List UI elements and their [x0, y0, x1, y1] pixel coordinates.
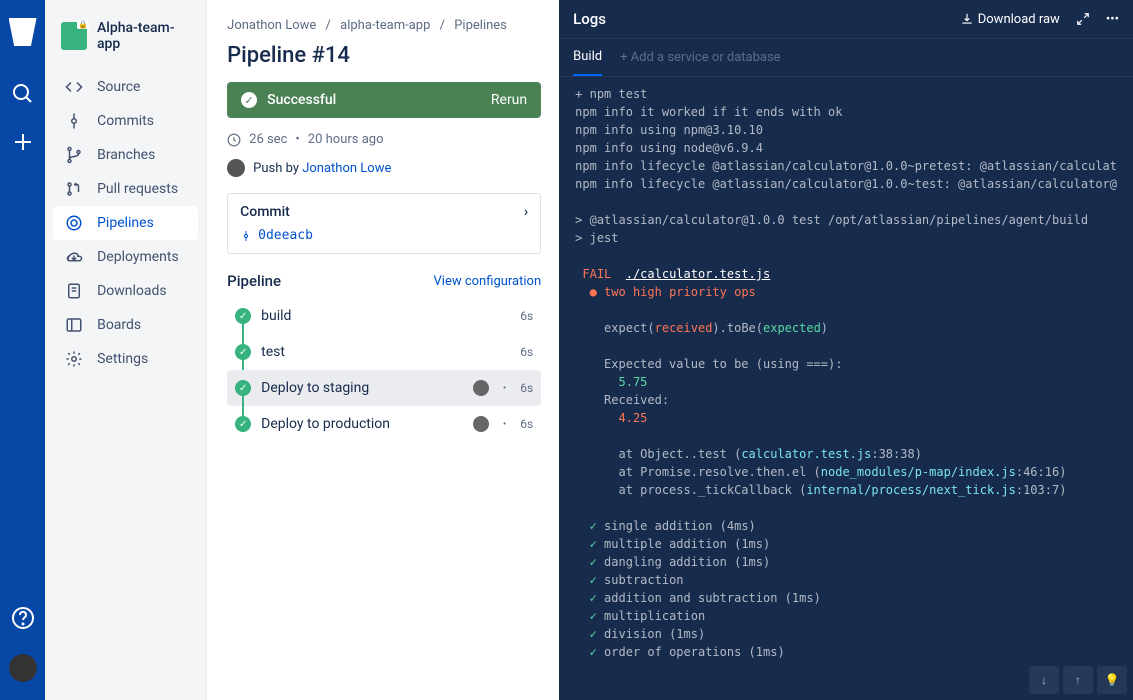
chevron-right-icon: › [524, 204, 528, 220]
step-time: 6s [520, 381, 533, 395]
commit-hash-link[interactable]: 0deeacb [258, 228, 313, 243]
pipeline-meta: 26 sec • 20 hours ago [227, 132, 541, 147]
commit-card-title: Commit [240, 204, 290, 220]
repo-avatar-icon [61, 22, 87, 50]
dl-icon [65, 282, 83, 300]
pipe-icon [65, 214, 83, 232]
step-success-icon: ✓ [235, 344, 251, 360]
sidebar-item-label: Source [97, 79, 140, 95]
duration-text: 26 sec [249, 132, 287, 147]
logs-header: Logs Download raw ••• [559, 0, 1133, 39]
step-avatar [473, 416, 489, 432]
add-service-button[interactable]: + Add a service or database [620, 50, 781, 65]
sidebar-item-downloads[interactable]: Downloads [53, 274, 198, 308]
logs-footer: ↓ ↑ 💡 [559, 660, 1133, 700]
pipeline-step[interactable]: ✓ build 6s [227, 298, 541, 334]
logs-panel: Logs Download raw ••• Build + Add a serv… [559, 0, 1133, 700]
step-avatar [473, 380, 489, 396]
more-icon[interactable]: ••• [1106, 12, 1119, 27]
commit-card[interactable]: Commit › 0deeacb [227, 193, 541, 254]
repo-sidebar: Alpha-team-app Source Commits Branches Pull… [45, 0, 207, 700]
author-link[interactable]: Jonathon Lowe [302, 161, 391, 176]
step-success-icon: ✓ [235, 380, 251, 396]
sidebar-item-settings[interactable]: Settings [53, 342, 198, 376]
pr-icon [65, 180, 83, 198]
bitbucket-logo-icon[interactable] [9, 18, 37, 46]
pipeline-step[interactable]: ✓Deploy to production•6s [227, 406, 541, 442]
repo-name: Alpha-team-app [97, 20, 190, 52]
status-bar: ✓ Successful Rerun [227, 82, 541, 118]
pipeline-step[interactable]: ✓ test 6s [227, 334, 541, 370]
author-avatar [227, 159, 245, 177]
sidebar-item-commits[interactable]: Commits [53, 104, 198, 138]
rerun-button[interactable]: Rerun [491, 92, 527, 108]
step-name: Deploy to production [261, 416, 459, 432]
plus-icon[interactable] [11, 130, 35, 154]
clock-icon [227, 133, 241, 147]
scroll-down-icon[interactable]: ↓ [1029, 666, 1059, 694]
step-time: 6s [520, 309, 533, 323]
lightbulb-icon[interactable]: 💡 [1097, 666, 1127, 694]
status-text: Successful [267, 92, 336, 108]
sidebar-item-deployments[interactable]: Deployments [53, 240, 198, 274]
global-nav-rail [0, 0, 45, 700]
search-icon[interactable] [11, 82, 35, 106]
tab-build[interactable]: Build [573, 39, 602, 76]
breadcrumb-owner[interactable]: Jonathon Lowe [227, 18, 316, 33]
sidebar-item-label: Downloads [97, 283, 167, 299]
push-info: Push by Jonathon Lowe [227, 159, 541, 177]
user-avatar[interactable] [9, 654, 37, 682]
commit-icon [240, 230, 252, 242]
gear-icon [65, 350, 83, 368]
logs-output[interactable]: + npm test npm info it worked if it ends… [559, 77, 1133, 660]
step-name: Deploy to staging [261, 380, 459, 396]
step-time: 6s [520, 345, 533, 359]
help-icon[interactable] [11, 606, 35, 630]
sidebar-item-boards[interactable]: Boards [53, 308, 198, 342]
sidebar-item-pipelines[interactable]: Pipelines [53, 206, 198, 240]
breadcrumb-repo[interactable]: alpha-team-app [340, 18, 430, 33]
expand-icon[interactable] [1076, 12, 1090, 26]
pipeline-detail-main: Jonathon Lowe / alpha-team-app / Pipelin… [207, 0, 559, 700]
branch-icon [65, 146, 83, 164]
repo-header[interactable]: Alpha-team-app [53, 16, 198, 70]
sidebar-item-label: Branches [97, 147, 155, 163]
sidebar-item-label: Boards [97, 317, 141, 333]
step-time: 6s [520, 417, 533, 431]
sidebar-item-label: Deployments [97, 249, 179, 265]
sidebar-item-source[interactable]: Source [53, 70, 198, 104]
sidebar-item-label: Settings [97, 351, 148, 367]
sidebar-item-pull-requests[interactable]: Pull requests [53, 172, 198, 206]
steps-title: Pipeline [227, 272, 281, 290]
sidebar-item-branches[interactable]: Branches [53, 138, 198, 172]
deploy-icon [65, 248, 83, 266]
breadcrumb-section[interactable]: Pipelines [454, 18, 507, 33]
steps-list: ✓build6s✓test6s✓Deploy to staging•6s✓Dep… [227, 298, 541, 442]
logs-title: Logs [573, 10, 944, 28]
step-success-icon: ✓ [235, 308, 251, 324]
pipeline-step[interactable]: ✓Deploy to staging•6s [227, 370, 541, 406]
board-icon [65, 316, 83, 334]
step-name: build [261, 308, 510, 324]
step-success-icon: ✓ [235, 416, 251, 432]
sidebar-item-label: Commits [97, 113, 154, 129]
code-icon [65, 78, 83, 96]
success-check-icon: ✓ [241, 92, 257, 108]
commit-icon [65, 112, 83, 130]
breadcrumb: Jonathon Lowe / alpha-team-app / Pipelin… [227, 18, 541, 33]
sidebar-item-label: Pull requests [97, 181, 178, 197]
logs-tabs: Build + Add a service or database [559, 39, 1133, 77]
sidebar-item-label: Pipelines [97, 215, 154, 231]
view-config-link[interactable]: View configuration [434, 274, 542, 289]
page-title: Pipeline #14 [227, 43, 541, 68]
scroll-up-icon[interactable]: ↑ [1063, 666, 1093, 694]
step-name: test [261, 344, 510, 360]
download-raw-button[interactable]: Download raw [960, 12, 1060, 27]
ago-text: 20 hours ago [308, 132, 384, 147]
